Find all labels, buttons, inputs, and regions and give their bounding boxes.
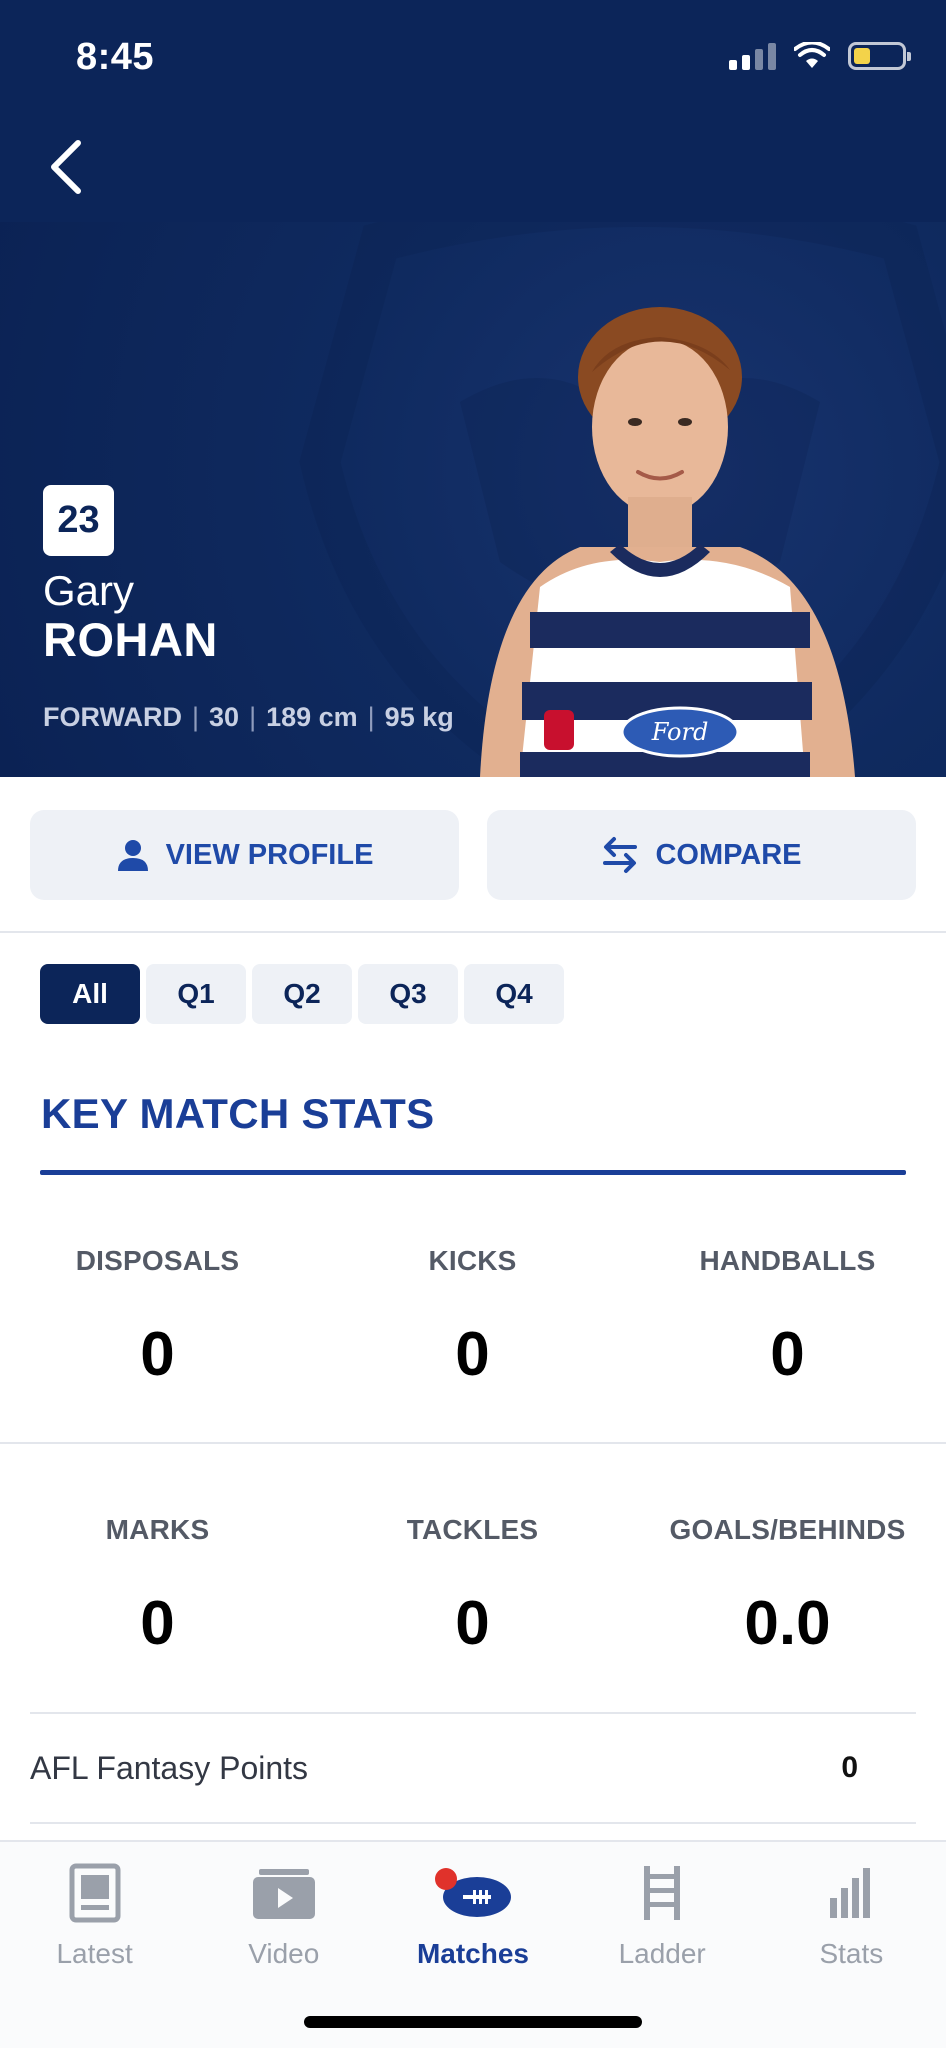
bottom-tab-bar: Latest Video Matches Ladder Stats bbox=[0, 1840, 946, 2048]
view-profile-label: VIEW PROFILE bbox=[165, 838, 374, 871]
tab-label: Stats bbox=[819, 1938, 884, 1969]
fantasy-points-label: AFL Fantasy Points bbox=[30, 1749, 309, 1786]
tab-stats[interactable]: Stats bbox=[757, 1860, 946, 1970]
chevron-left-icon bbox=[51, 140, 81, 194]
swap-arrows-icon bbox=[603, 837, 638, 873]
cellular-signal-icon bbox=[729, 42, 776, 70]
tab-ladder[interactable]: Ladder bbox=[568, 1860, 757, 1970]
player-info-line: FORWARD | 30 | 189 cm | 95 kg bbox=[43, 702, 454, 732]
player-first-name: Gary bbox=[43, 567, 135, 614]
stat-value: 0 bbox=[770, 1320, 805, 1389]
notification-dot bbox=[434, 1868, 457, 1890]
stat-disposals: DISPOSALS 0 bbox=[0, 1245, 315, 1390]
player-last-name: ROHAN bbox=[43, 613, 218, 666]
stat-tackles: TACKLES 0 bbox=[315, 1514, 630, 1659]
tab-q4[interactable]: Q4 bbox=[464, 964, 564, 1024]
quarter-tabs: All Q1 Q2 Q3 Q4 bbox=[40, 964, 564, 1024]
stat-label: HANDBALLS bbox=[699, 1245, 876, 1276]
player-photo: Ford bbox=[480, 307, 855, 777]
latest-icon bbox=[69, 1863, 121, 1923]
stats-divider bbox=[0, 1442, 946, 1444]
section-title: KEY MATCH STATS bbox=[41, 1090, 435, 1137]
stats-row-2: MARKS 0 TACKLES 0 GOALS/BEHINDS 0.0 bbox=[0, 1514, 946, 1659]
player-hero: 23 Gary ROHAN FORWARD | 30 | 189 cm | 95… bbox=[0, 222, 946, 777]
stat-kicks: KICKS 0 bbox=[315, 1245, 630, 1390]
tab-all[interactable]: All bbox=[40, 964, 140, 1024]
stat-marks: MARKS 0 bbox=[0, 1514, 315, 1659]
matches-icon bbox=[434, 1868, 511, 1917]
tab-label: Ladder bbox=[618, 1938, 706, 1969]
tab-label: Video bbox=[248, 1938, 320, 1969]
stat-value: 0 bbox=[140, 1589, 175, 1658]
stat-handballs: HANDBALLS 0 bbox=[630, 1245, 945, 1390]
player-actions: VIEW PROFILE COMPARE bbox=[30, 810, 916, 900]
view-profile-button[interactable]: VIEW PROFILE bbox=[30, 810, 459, 900]
stat-label: DISPOSALS bbox=[75, 1245, 240, 1276]
home-indicator bbox=[304, 2016, 642, 2028]
stat-value: 0.0 bbox=[744, 1589, 831, 1658]
svg-text:Ford: Ford bbox=[651, 718, 709, 746]
fantasy-points-row: AFL Fantasy Points 0 bbox=[30, 1712, 916, 1824]
player-position: FORWARD bbox=[43, 702, 182, 732]
stat-label: GOALS/BEHINDS bbox=[669, 1514, 906, 1545]
tab-label: Matches bbox=[416, 1938, 529, 1969]
tab-label: Latest bbox=[56, 1938, 133, 1969]
ladder-icon bbox=[644, 1866, 681, 1920]
tab-q1[interactable]: Q1 bbox=[146, 964, 246, 1024]
player-weight: 95 kg bbox=[384, 702, 454, 732]
section-title-underline bbox=[40, 1170, 906, 1175]
stats-icon bbox=[830, 1868, 871, 1918]
video-icon bbox=[252, 1869, 315, 1919]
stat-value: 0 bbox=[140, 1320, 175, 1389]
tab-q3[interactable]: Q3 bbox=[358, 964, 458, 1024]
top-bar: 8:45 bbox=[0, 0, 946, 222]
player-age: 30 bbox=[209, 702, 240, 732]
stat-label: TACKLES bbox=[406, 1514, 539, 1545]
compare-label: COMPARE bbox=[655, 838, 802, 871]
battery-icon bbox=[848, 42, 911, 70]
tab-q2[interactable]: Q2 bbox=[252, 964, 352, 1024]
stat-value: 0 bbox=[455, 1589, 490, 1658]
player-height: 189 cm bbox=[266, 702, 358, 732]
status-time: 8:45 bbox=[76, 36, 155, 78]
tab-latest[interactable]: Latest bbox=[0, 1860, 189, 1970]
fantasy-points-value: 0 bbox=[841, 1751, 858, 1784]
stat-label: KICKS bbox=[428, 1245, 517, 1276]
section-divider bbox=[0, 931, 946, 933]
tab-video[interactable]: Video bbox=[189, 1860, 378, 1970]
wifi-icon bbox=[794, 42, 830, 68]
player-number-badge: 23 bbox=[43, 485, 114, 556]
tab-matches[interactable]: Matches bbox=[378, 1860, 567, 1970]
stat-value: 0 bbox=[455, 1320, 490, 1389]
status-icons bbox=[729, 42, 911, 70]
stats-row-1: DISPOSALS 0 KICKS 0 HANDBALLS 0 bbox=[0, 1245, 946, 1390]
back-button[interactable] bbox=[36, 135, 96, 199]
user-icon bbox=[117, 840, 148, 871]
stat-goals-behinds: GOALS/BEHINDS 0.0 bbox=[630, 1514, 945, 1659]
compare-button[interactable]: COMPARE bbox=[487, 810, 916, 900]
stat-label: MARKS bbox=[105, 1514, 210, 1545]
